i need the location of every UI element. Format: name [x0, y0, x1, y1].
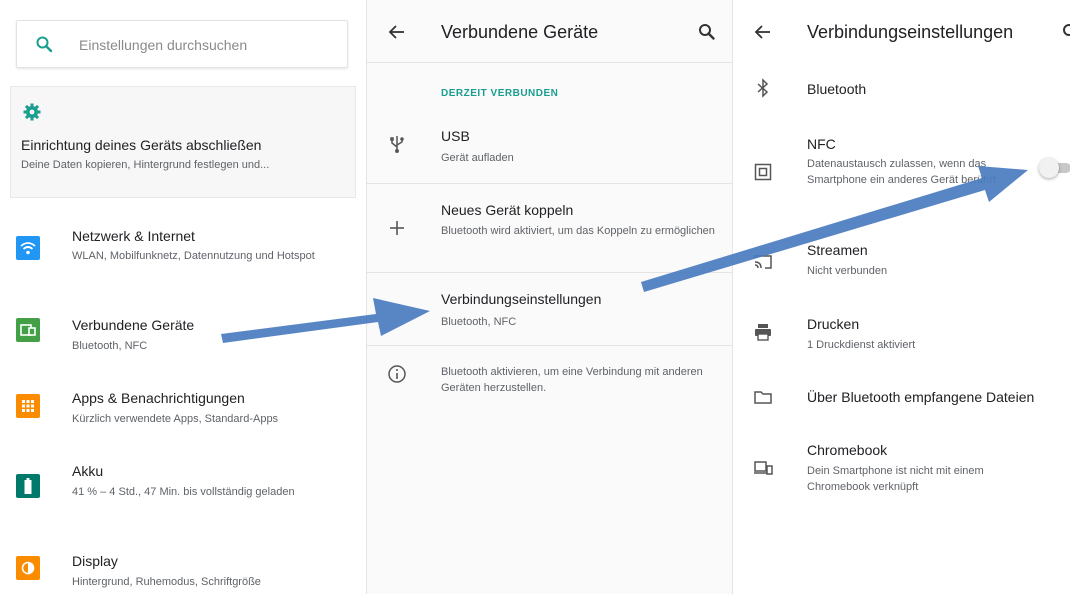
category-title: Display: [72, 553, 118, 569]
divider: [367, 345, 732, 346]
wifi-icon: [16, 236, 40, 260]
toggle-thumb: [1039, 158, 1059, 178]
category-connected-devices[interactable]: Verbundene Geräte Bluetooth, NFC: [0, 306, 366, 366]
chromebook-icon: [753, 458, 773, 478]
category-display[interactable]: Display Hintergrund, Ruhemodus, Schriftg…: [0, 546, 366, 594]
category-network[interactable]: Netzwerk & Internet WLAN, Mobilfunknetz,…: [0, 222, 366, 292]
cast-icon: [753, 252, 773, 272]
settings-main-panel: Einstellungen durchsuchen Einrichtung de…: [0, 0, 366, 594]
usb-icon: [387, 134, 407, 154]
bluetooth-item[interactable]: Bluetooth: [733, 66, 1070, 112]
item-subtitle: 1 Druckdienst aktiviert: [807, 339, 916, 351]
setup-suggestion-card[interactable]: Einrichtung deines Geräts abschließen De…: [10, 86, 356, 198]
apps-icon: [16, 394, 40, 418]
plus-icon: [387, 218, 407, 238]
item-title: Chromebook: [807, 442, 888, 458]
item-title: Bluetooth: [807, 81, 867, 97]
item-subtitle: Nicht verbunden: [807, 265, 888, 277]
category-title: Verbundene Geräte: [72, 317, 195, 333]
gear-icon: [23, 103, 41, 121]
folder-icon: [753, 387, 773, 407]
pair-new-device-item[interactable]: Neues Gerät koppeln Bluetooth wird aktiv…: [367, 184, 732, 272]
search-icon[interactable]: [697, 22, 717, 42]
battery-icon: [16, 474, 40, 498]
item-title: Streamen: [807, 242, 868, 258]
category-title: Netzwerk & Internet: [72, 228, 195, 244]
category-subtitle: 41 % – 4 Std., 47 Min. bis vollständig g…: [72, 486, 295, 498]
category-subtitle: WLAN, Mobilfunknetz, Datennutzung und Ho…: [72, 250, 315, 262]
print-item[interactable]: Drucken 1 Druckdienst aktiviert: [733, 304, 1070, 364]
connected-devices-panel: Verbundene Geräte DERZEIT VERBUNDEN USB …: [366, 0, 732, 594]
settings-search-bar[interactable]: Einstellungen durchsuchen: [16, 20, 348, 68]
category-subtitle: Kürzlich verwendete Apps, Standard-Apps: [72, 413, 279, 425]
connection-preferences-panel: Verbindungseinstellungen Bluetooth NFC D…: [732, 0, 1070, 594]
cast-item[interactable]: Streamen Nicht verbunden: [733, 232, 1070, 294]
nfc-icon: [753, 162, 773, 182]
item-subtitle: Bluetooth, NFC: [441, 316, 517, 328]
bluetooth-received-files-item[interactable]: Über Bluetooth empfangene Dateien: [733, 374, 1070, 420]
item-subtitle: Dein Smartphone ist nicht mit einem Chro…: [807, 465, 984, 493]
search-placeholder: Einstellungen durchsuchen: [79, 37, 248, 53]
back-arrow-icon[interactable]: [387, 22, 407, 42]
nfc-toggle-switch[interactable]: [1039, 158, 1070, 178]
section-header-currently-connected: DERZEIT VERBUNDEN: [441, 88, 559, 99]
print-icon: [753, 322, 773, 342]
display-icon: [16, 556, 40, 580]
item-subtitle: Gerät aufladen: [441, 152, 514, 164]
item-title: Drucken: [807, 316, 860, 332]
item-subtitle: Datenaustausch zulassen, wenn das Smartp…: [807, 158, 996, 186]
bluetooth-icon: [753, 78, 773, 98]
item-title: USB: [441, 128, 470, 144]
search-icon: [35, 35, 53, 53]
category-title: Akku: [72, 463, 104, 479]
header-divider: [367, 62, 732, 63]
devices-icon: [16, 318, 40, 342]
category-apps[interactable]: Apps & Benachrichtigungen Kürzlich verwe…: [0, 378, 366, 442]
category-subtitle: Bluetooth, NFC: [72, 340, 148, 352]
nfc-item[interactable]: NFC Datenaustausch zulassen, wenn das Sm…: [733, 124, 1070, 220]
category-subtitle: Hintergrund, Ruhemodus, Schriftgröße: [72, 576, 261, 588]
setup-subtitle: Deine Daten kopieren, Hintergrund festle…: [21, 159, 270, 171]
setup-title: Einrichtung deines Geräts abschließen: [21, 137, 262, 153]
item-title: Neues Gerät koppeln: [441, 202, 574, 218]
search-icon[interactable]: [1061, 22, 1070, 42]
info-icon: [387, 364, 407, 384]
back-arrow-icon[interactable]: [753, 22, 773, 42]
item-title: NFC: [807, 136, 836, 152]
item-title: Verbindungseinstellungen: [441, 291, 602, 307]
page-title: Verbundene Geräte: [441, 22, 599, 42]
info-text: Bluetooth aktivieren, um eine Verbindung…: [441, 366, 703, 394]
category-title: Apps & Benachrichtigungen: [72, 390, 245, 406]
category-battery[interactable]: Akku 41 % – 4 Std., 47 Min. bis vollstän…: [0, 456, 366, 530]
chromebook-item[interactable]: Chromebook Dein Smartphone ist nicht mit…: [733, 432, 1070, 502]
usb-connection-item[interactable]: USB Gerät aufladen: [367, 112, 732, 182]
connection-preferences-item[interactable]: Verbindungseinstellungen Bluetooth, NFC: [367, 273, 732, 345]
page-title: Verbindungseinstellungen: [807, 22, 1014, 42]
item-title: Über Bluetooth empfangene Dateien: [807, 389, 1035, 405]
item-subtitle: Bluetooth wird aktiviert, um das Koppeln…: [441, 225, 715, 237]
